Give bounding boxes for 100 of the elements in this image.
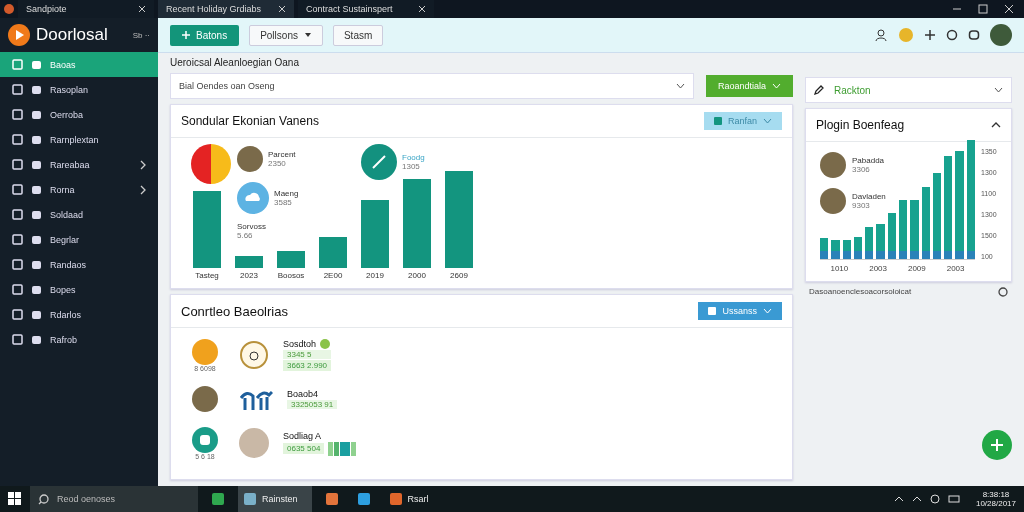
windows-start-icon[interactable] [8, 492, 22, 506]
person-name: Davladen [852, 192, 886, 201]
emblem-icon [192, 338, 218, 365]
page-icon [12, 184, 23, 195]
folder-icon [31, 184, 42, 195]
chart-bar [887, 213, 896, 259]
page-icon [12, 59, 23, 70]
search-icon [38, 493, 49, 505]
user-avatar[interactable] [990, 24, 1012, 46]
browser-tab[interactable]: Sandpiote [18, 0, 154, 18]
axis-label: 2000 [408, 271, 426, 280]
callout-name: Maeng [274, 189, 299, 198]
add-button[interactable] [982, 430, 1012, 460]
pie-chart-icon [191, 144, 231, 184]
chevron-up-icon[interactable] [893, 495, 904, 503]
sidebar-item[interactable]: Rareabaa [0, 152, 158, 177]
chevron-icon [994, 87, 1003, 93]
circle-icon[interactable] [946, 29, 958, 41]
folder-icon [31, 209, 42, 220]
callout-value: 3585 [274, 198, 293, 207]
chevron-icon [675, 83, 685, 89]
circle-icon[interactable] [998, 287, 1008, 297]
app-icon [389, 493, 402, 505]
page-icon [12, 159, 23, 170]
page-icon [12, 234, 23, 245]
maximize-icon[interactable] [976, 2, 990, 16]
close-icon[interactable] [1002, 2, 1016, 16]
card-title: Conrtleo Baeolrias [181, 303, 288, 319]
taskbar-app[interactable]: Rainsten [238, 486, 312, 512]
people-icon[interactable] [874, 28, 888, 42]
avatar [820, 152, 846, 178]
chevron-icon [763, 118, 772, 124]
folder-icon [31, 234, 42, 245]
chevron-icon [763, 308, 772, 314]
sidebar-item[interactable]: Rafrob [0, 327, 158, 352]
sidebar-item[interactable]: Oerroba [0, 102, 158, 127]
close-icon[interactable] [418, 5, 426, 13]
dropdown-button[interactable]: Pollsons [249, 24, 323, 46]
axis-label: 2E00 [323, 271, 343, 280]
page-icon [12, 84, 23, 95]
taskbar-search-field[interactable]: Reod oenoses [30, 486, 198, 512]
chevron-up-icon[interactable] [911, 495, 922, 503]
folder-icon [31, 259, 42, 270]
page-icon [12, 284, 23, 295]
axis-label: 2019 [366, 271, 384, 280]
chevron-icon[interactable] [991, 122, 1001, 128]
sidebar-item[interactable]: Randaos [0, 252, 158, 277]
sidebar-item[interactable]: Rarnplextan [0, 127, 158, 152]
sidebar-item[interactable]: Bopes [0, 277, 158, 302]
close-icon[interactable] [138, 5, 146, 13]
browser-tab[interactable]: Contract Sustainspert [298, 0, 434, 18]
contact-detail: 3325053 91 [287, 400, 338, 409]
axis-label: 1010 [830, 264, 849, 273]
network-icon[interactable] [929, 494, 940, 504]
sidebar-item[interactable]: Begrlar [0, 227, 158, 252]
app-icon [325, 493, 338, 505]
axis-label: Tasteg [195, 271, 219, 280]
taskbar-app[interactable]: Rsarl [383, 486, 435, 512]
select-field[interactable]: Rackton [805, 77, 1012, 103]
page-icon [12, 134, 23, 145]
folder-icon [31, 109, 42, 120]
search-field[interactable]: Bial Oendes oan Oseng [170, 73, 694, 99]
callout-value: 1305 [402, 162, 421, 171]
chart-bar [898, 199, 908, 259]
bag-badge-icon [192, 426, 218, 453]
chat-icon[interactable] [968, 29, 980, 41]
square-icon [713, 117, 722, 125]
plus-icon[interactable] [924, 29, 936, 41]
chart-bar [319, 237, 347, 268]
close-icon[interactable] [278, 5, 286, 13]
contact-value: 0635 504 [283, 443, 325, 454]
sidebar-item[interactable]: Soldaad [0, 202, 158, 227]
clock-drawing-icon [239, 340, 269, 370]
folder-icon [31, 309, 42, 320]
primary-button[interactable]: Batons [170, 24, 240, 46]
pen-icon [814, 85, 824, 95]
chart-bar [865, 226, 874, 259]
page-icon [12, 109, 23, 120]
plus-icon [182, 31, 190, 39]
avatar [820, 188, 846, 214]
avatar [192, 386, 218, 412]
axis-label: 2003 [946, 264, 965, 273]
square-icon [708, 307, 717, 315]
callout-name: Parcent [268, 150, 296, 159]
sidebar-item[interactable]: Rdarlos [0, 302, 158, 327]
chart-bar [361, 199, 389, 268]
sidebar-item[interactable]: Rorna [0, 177, 158, 202]
browser-tab[interactable]: Recent Holiday Grdiabs [158, 0, 294, 18]
person-value: 9303 [852, 201, 871, 210]
play-logo-icon [8, 24, 30, 46]
chart-bar [831, 239, 840, 259]
battery-icon[interactable] [947, 494, 960, 504]
page-icon [12, 334, 23, 345]
toolbar-button[interactable]: Stasm [332, 24, 384, 46]
contact-name: Boaob4 [287, 389, 319, 399]
sidebar-item[interactable]: Rasoplan [0, 77, 158, 102]
contact-value: 3663 2.990 [283, 360, 332, 371]
chevron-icon [772, 83, 781, 89]
chart-bar [876, 224, 885, 259]
caret-icon [303, 32, 312, 38]
